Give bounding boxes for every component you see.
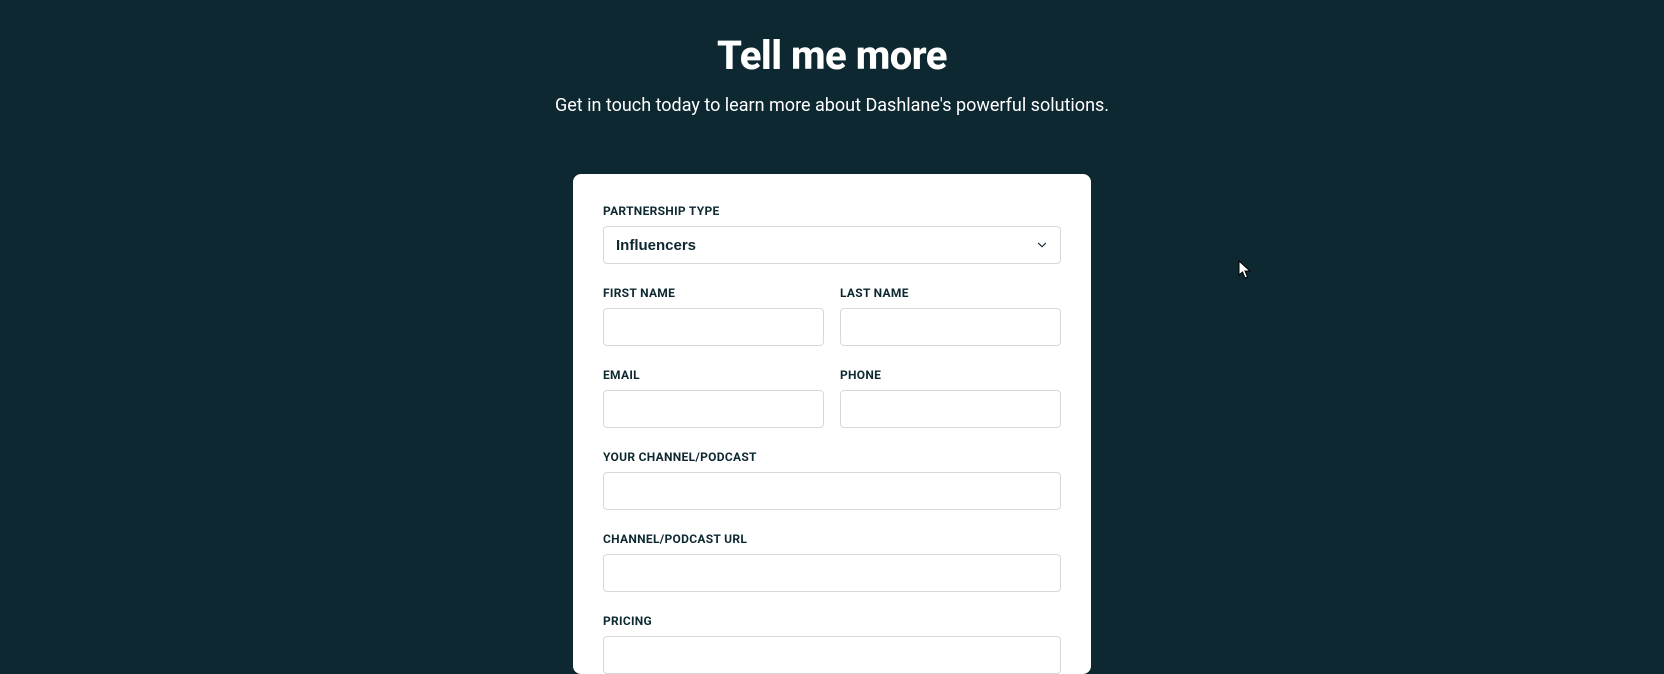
channel-podcast-url-input[interactable] xyxy=(603,554,1061,592)
first-name-group: FIRST NAME xyxy=(603,286,824,346)
channel-podcast-url-label: CHANNEL/PODCAST URL xyxy=(603,532,1061,546)
channel-podcast-group: YOUR CHANNEL/PODCAST xyxy=(603,450,1061,510)
pricing-group: PRICING xyxy=(603,614,1061,674)
first-name-input[interactable] xyxy=(603,308,824,346)
email-input[interactable] xyxy=(603,390,824,428)
contact-row: EMAIL PHONE xyxy=(603,368,1061,450)
email-group: EMAIL xyxy=(603,368,824,428)
partnership-type-select-wrapper: Influencers xyxy=(603,226,1061,264)
page-subtitle: Get in touch today to learn more about D… xyxy=(0,95,1664,116)
page-header: Tell me more Get in touch today to learn… xyxy=(0,0,1664,116)
phone-input[interactable] xyxy=(840,390,1061,428)
contact-form-card: PARTNERSHIP TYPE Influencers FIRST NAME … xyxy=(573,174,1091,674)
channel-podcast-label: YOUR CHANNEL/PODCAST xyxy=(603,450,1061,464)
phone-group: PHONE xyxy=(840,368,1061,428)
partnership-type-label: PARTNERSHIP TYPE xyxy=(603,204,1061,218)
first-name-label: FIRST NAME xyxy=(603,286,824,300)
page-title: Tell me more xyxy=(0,32,1664,79)
name-row: FIRST NAME LAST NAME xyxy=(603,286,1061,368)
email-label: EMAIL xyxy=(603,368,824,382)
pricing-label: PRICING xyxy=(603,614,1061,628)
partnership-type-group: PARTNERSHIP TYPE Influencers xyxy=(603,204,1061,264)
channel-podcast-url-group: CHANNEL/PODCAST URL xyxy=(603,532,1061,592)
last-name-group: LAST NAME xyxy=(840,286,1061,346)
pricing-input[interactable] xyxy=(603,636,1061,674)
phone-label: PHONE xyxy=(840,368,1061,382)
mouse-cursor-icon xyxy=(1238,260,1254,280)
partnership-type-select[interactable]: Influencers xyxy=(603,226,1061,264)
channel-podcast-input[interactable] xyxy=(603,472,1061,510)
last-name-label: LAST NAME xyxy=(840,286,1061,300)
last-name-input[interactable] xyxy=(840,308,1061,346)
